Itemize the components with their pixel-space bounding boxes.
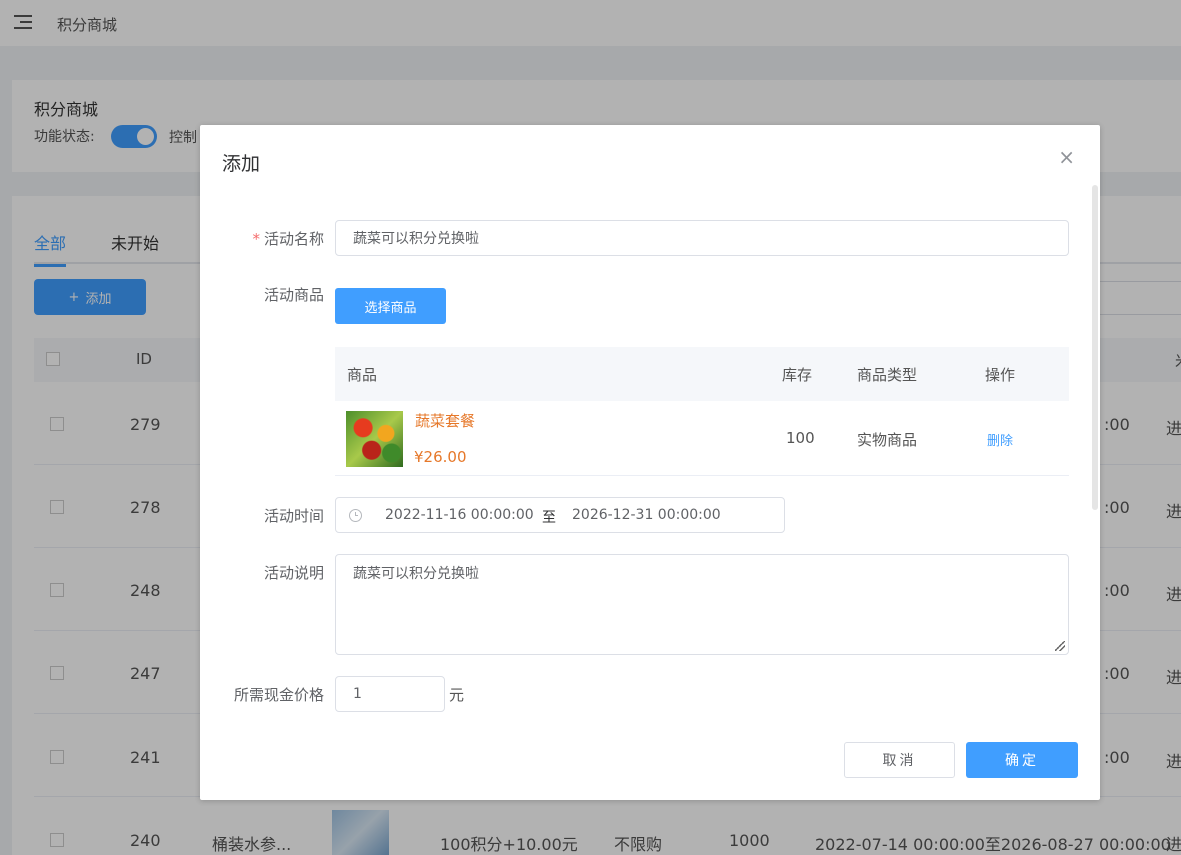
select-goods-button[interactable]: 选择商品	[335, 288, 446, 324]
end-date[interactable]: 2026-12-31 00:00:00	[572, 507, 721, 523]
activity-name-input[interactable]: 蔬菜可以积分兑换啦	[335, 220, 1069, 256]
dialog-scrollbar[interactable]	[1092, 185, 1098, 510]
vegetable-image	[346, 411, 403, 467]
date-range-picker[interactable]: 2022-11-16 00:00:00 至 2026-12-31 00:00:0…	[335, 497, 785, 533]
column-goods: 商品	[347, 366, 378, 384]
column-type: 商品类型	[857, 366, 918, 384]
activity-name-value: 蔬菜可以积分兑换啦	[353, 231, 479, 247]
delete-link[interactable]: 删除	[987, 430, 1013, 449]
goods-table: 商品 库存 商品类型 操作 蔬菜套餐 ¥26.00 100 实物商品 删除	[335, 347, 1069, 476]
cash-unit: 元	[449, 686, 465, 704]
goods-row: 蔬菜套餐 ¥26.00 100 实物商品 删除	[335, 401, 1069, 476]
cash-price-input[interactable]: 1	[335, 676, 445, 712]
goods-table-header: 商品 库存 商品类型 操作	[335, 347, 1069, 401]
activity-goods-label: 活动商品	[263, 286, 324, 304]
confirm-button[interactable]: 确定	[966, 742, 1078, 778]
activity-desc-value: 蔬菜可以积分兑换啦	[353, 566, 479, 582]
goods-name: 蔬菜套餐	[415, 412, 476, 430]
range-separator: 至	[542, 510, 556, 526]
add-dialog: 添加 × * 活动名称 蔬菜可以积分兑换啦 活动商品 选择商品 商品 库存 商品类…	[200, 125, 1100, 800]
activity-desc-textarea[interactable]: 蔬菜可以积分兑换啦	[335, 554, 1069, 655]
column-stock: 库存	[782, 366, 813, 384]
start-date[interactable]: 2022-11-16 00:00:00	[385, 507, 534, 523]
activity-time-label: 活动时间	[263, 507, 324, 525]
activity-name-label-text: 活动名称	[263, 230, 324, 248]
goods-stock: 100	[786, 429, 815, 447]
goods-price: ¥26.00	[414, 448, 467, 466]
cancel-button[interactable]: 取消	[844, 742, 955, 778]
close-icon[interactable]: ×	[1058, 147, 1075, 167]
cash-price-label: 所需现金价格	[233, 686, 324, 704]
required-mark: *	[252, 230, 260, 248]
activity-desc-label: 活动说明	[263, 564, 324, 582]
dialog-title: 添加	[222, 153, 261, 175]
clock-icon	[349, 509, 362, 522]
goods-type: 实物商品	[857, 431, 918, 449]
activity-name-label: * 活动名称	[252, 228, 324, 249]
column-action: 操作	[985, 366, 1016, 384]
cash-price-value: 1	[353, 686, 362, 702]
resize-handle-icon[interactable]	[1055, 641, 1065, 651]
